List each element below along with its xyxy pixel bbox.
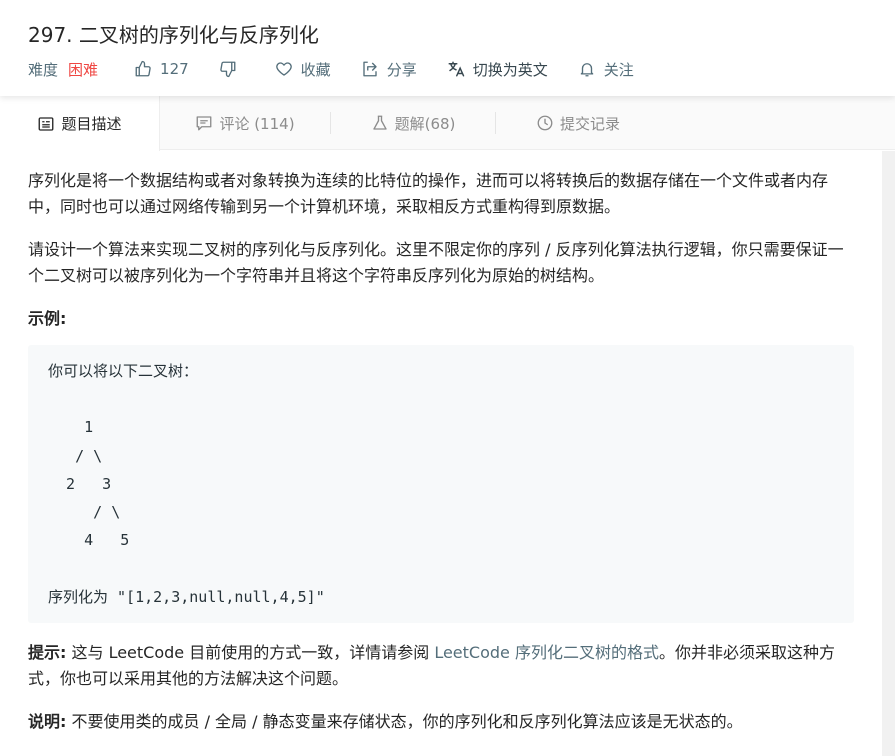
translate-icon [448, 61, 464, 77]
code-line: 序列化为 "[1,2,3,null,null,4,5]" [48, 587, 325, 606]
thumbs-up-icon [135, 60, 151, 77]
note-label: 说明: [28, 712, 67, 731]
favorite-button[interactable]: 收藏 [275, 59, 331, 80]
follow-label: 关注 [603, 60, 634, 79]
share-button[interactable]: 分享 [361, 59, 417, 80]
code-line: 1 [48, 418, 94, 437]
hint-label: 提示: [28, 643, 67, 662]
code-line: 4 5 [48, 531, 130, 550]
serialization-format-link[interactable]: LeetCode 序列化二叉树的格式 [434, 643, 659, 662]
example-label: 示例: [28, 309, 67, 328]
difficulty: 难度 困难 [28, 59, 98, 80]
tab-solutions-label: 题解(68) [394, 114, 456, 133]
example-code-block: 你可以将以下二叉树： 1 / \ 2 3 / \ 4 5 序列化为 "[1,2,… [28, 345, 854, 623]
difficulty-value: 困难 [68, 60, 99, 79]
description-paragraph: 请设计一个算法来实现二叉树的序列化与反序列化。这里不限定你的序列 / 反序列化算… [28, 240, 844, 285]
tab-submissions-label: 提交记录 [559, 114, 620, 133]
tab-solutions[interactable]: 题解(68) [331, 96, 495, 150]
note-paragraph: 说明: 不要使用类的成员 / 全局 / 静态变量来存储状态，你的序列化和反序列化… [28, 709, 854, 735]
tab-submissions[interactable]: 提交记录 [496, 96, 660, 150]
follow-button[interactable]: 关注 [578, 59, 634, 80]
difficulty-label: 难度 [28, 60, 59, 79]
problem-meta-bar: 难度 困难 127 收藏 分享 切换为英文 关注 [28, 56, 664, 82]
description-paragraph: 序列化是将一个数据结构或者对象转换为连续的比特位的操作，进而可以将转换后的数据存… [28, 171, 829, 216]
note-text: 不要使用类的成员 / 全局 / 静态变量来存储状态，你的序列化和反序列化算法应该… [66, 712, 743, 731]
code-line: / \ [48, 502, 121, 521]
bell-icon [580, 63, 594, 77]
comment-icon [197, 116, 212, 131]
tab-comments[interactable]: 评论 (114) [160, 96, 330, 150]
description-icon [39, 116, 54, 131]
code-line: 你可以将以下二叉树： [48, 362, 199, 380]
thumbs-down-icon [219, 61, 236, 78]
problem-title: 297. 二叉树的序列化与反序列化 [28, 23, 319, 47]
problem-tabs: 题目描述 评论 (114) 题解(68) 提交记录 [0, 96, 895, 151]
like-button[interactable]: 127 [134, 60, 189, 78]
content-scrollbar[interactable] [882, 151, 895, 756]
dislike-button[interactable] [219, 60, 245, 78]
tab-description[interactable]: 题目描述 [0, 96, 160, 151]
translate-button[interactable]: 切换为英文 [447, 59, 548, 80]
solution-flask-icon [372, 115, 387, 130]
code-line: 2 3 [48, 474, 112, 493]
heart-icon [275, 62, 292, 76]
clock-icon [537, 115, 553, 131]
like-count: 127 [160, 60, 189, 78]
tab-description-label: 题目描述 [61, 115, 122, 133]
code-line: / \ [48, 446, 103, 465]
problem-header: 297. 二叉树的序列化与反序列化 难度 困难 127 收藏 分享 切换为英文 … [0, 0, 895, 96]
share-label: 分享 [386, 60, 417, 79]
scrollbar-thumb[interactable] [886, 151, 891, 756]
problem-description: 序列化是将一个数据结构或者对象转换为连续的比特位的操作，进而可以将转换后的数据存… [0, 151, 882, 756]
favorite-label: 收藏 [300, 60, 331, 79]
tab-comments-label: 评论 (114) [219, 114, 295, 133]
hint-text: 这与 LeetCode 目前使用的方式一致，详情请参阅 [66, 643, 435, 662]
translate-label: 切换为英文 [472, 60, 548, 79]
share-icon [363, 61, 377, 77]
hint-paragraph: 提示: 这与 LeetCode 目前使用的方式一致，详情请参阅 LeetCode… [28, 640, 854, 692]
